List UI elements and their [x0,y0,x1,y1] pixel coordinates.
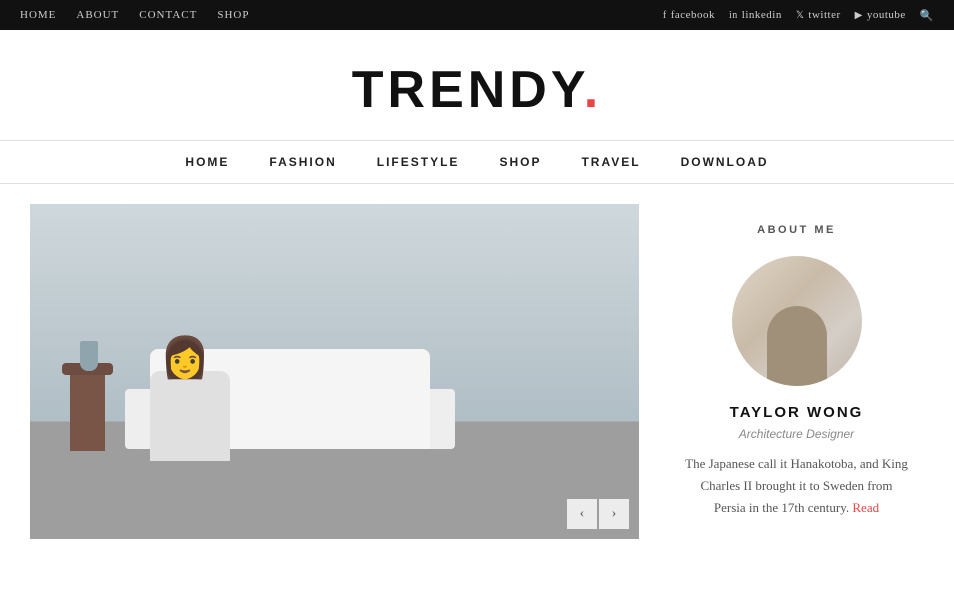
site-logo[interactable]: TRENDY. [0,60,954,120]
logo-text: TRENDY [352,61,584,119]
avatar-circle [732,256,862,386]
top-nav-contact[interactable]: CONTACT [139,9,197,21]
about-me-title: ABOUT ME [684,224,909,236]
social-links: f facebook in linkedin 𝕏 twitter ▶ youtu… [663,9,934,22]
linkedin-link[interactable]: in linkedin [729,9,782,21]
top-nav-home[interactable]: HOME [20,9,56,21]
read-more-link[interactable]: Read [852,500,879,515]
hero-image [30,204,639,539]
youtube-icon: ▶ [855,10,863,21]
stool-decor [70,371,105,451]
hero-slider: ‹ › [30,204,639,539]
youtube-link[interactable]: ▶ youtube [855,9,906,21]
nav-fashion[interactable]: FASHION [269,155,336,169]
person-figure [130,331,250,461]
main-column: ‹ › [30,204,639,539]
top-bar: HOME ABOUT CONTACT SHOP f facebook in li… [0,0,954,30]
top-nav-shop[interactable]: SHOP [217,9,249,21]
about-me-box: ABOUT ME TAYLOR WONG Architecture Design… [669,204,924,539]
twitter-link[interactable]: 𝕏 twitter [796,9,841,21]
person-title: Architecture Designer [684,427,909,441]
twitter-icon: 𝕏 [796,10,805,21]
person-bio: The Japanese call it Hanakotoba, and Kin… [684,453,909,519]
nav-home[interactable]: HOME [185,155,229,169]
nav-travel[interactable]: TRAVEL [581,155,640,169]
logo-dot: . [584,61,602,119]
site-header: TRENDY. [0,30,954,140]
nav-shop[interactable]: SHOP [499,155,541,169]
facebook-icon: f [663,10,667,21]
linkedin-icon: in [729,10,738,21]
content-area: ‹ › ABOUT ME TAYLOR WONG Architecture De… [0,184,954,539]
slider-prev-button[interactable]: ‹ [567,499,597,529]
search-icon[interactable]: 🔍 [920,9,934,22]
facebook-link[interactable]: f facebook [663,9,715,21]
main-nav: HOME FASHION LIFESTYLE SHOP TRAVEL DOWNL… [0,140,954,184]
vase-decor [80,341,98,371]
top-nav-about[interactable]: ABOUT [76,9,119,21]
top-nav: HOME ABOUT CONTACT SHOP [20,9,249,21]
sidebar: ABOUT ME TAYLOR WONG Architecture Design… [669,204,924,539]
slider-next-button[interactable]: › [599,499,629,529]
avatar-image [732,256,862,386]
nav-lifestyle[interactable]: LIFESTYLE [377,155,460,169]
person-name: TAYLOR WONG [684,404,909,421]
nav-download[interactable]: DOWNLOAD [681,155,769,169]
